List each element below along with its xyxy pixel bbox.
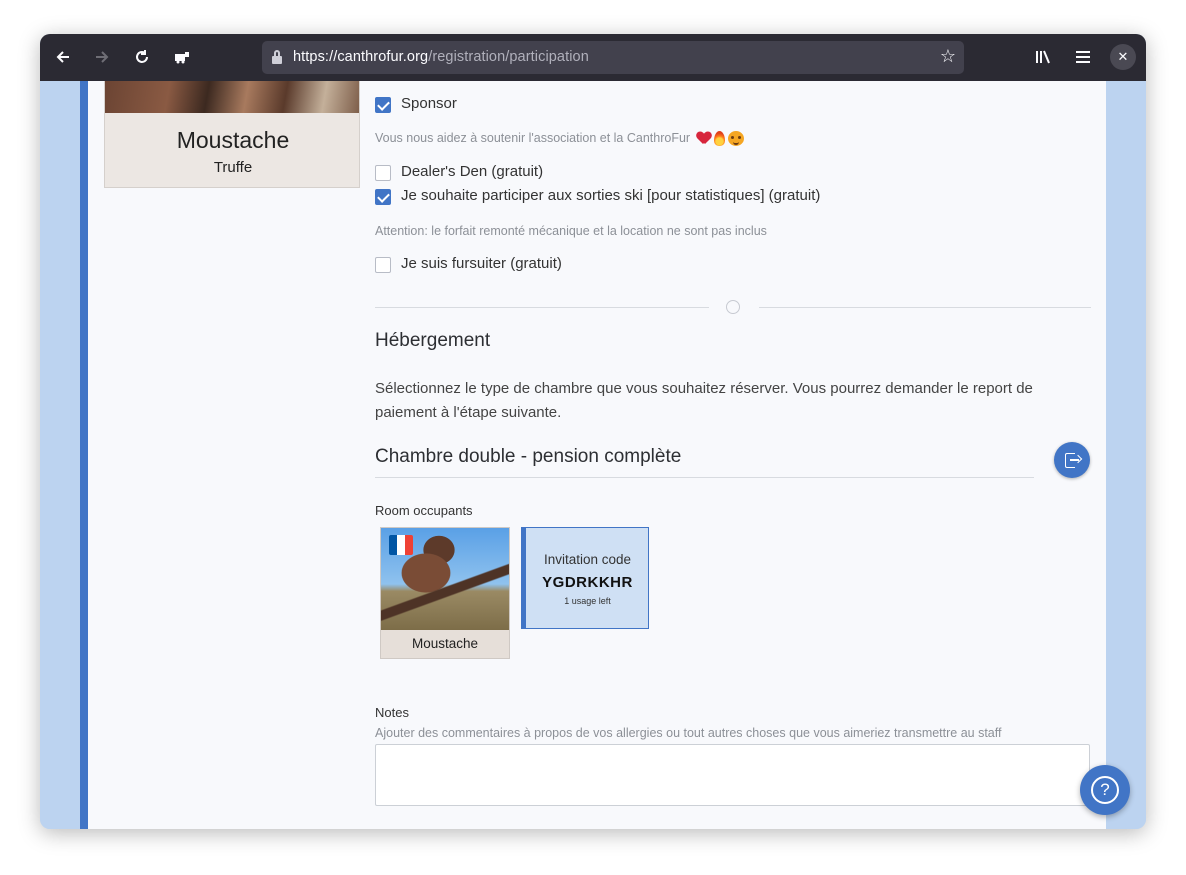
hamburger-menu-icon: [1076, 51, 1090, 63]
page-viewport: Moustache Truffe Sponsor Vous nous aidez…: [40, 81, 1146, 829]
reload-icon: [136, 50, 148, 63]
library-icon: [1036, 50, 1050, 64]
library-button[interactable]: [1028, 42, 1058, 72]
extension-button[interactable]: [167, 42, 197, 72]
lock-icon: [272, 50, 282, 64]
ski-label: Je souhaite participer aux sorties ski […: [401, 187, 821, 204]
question-mark-icon: ?: [1091, 776, 1119, 804]
smiling-cat-icon: [727, 131, 744, 147]
france-flag-icon: [389, 535, 413, 555]
invitation-usage: 1 usage left: [564, 596, 611, 606]
dealers-den-label: Dealer's Den (gratuit): [401, 163, 544, 180]
leave-room-button[interactable]: [1054, 442, 1090, 478]
profile-subtitle: Truffe: [213, 159, 253, 176]
reload-button[interactable]: [127, 42, 157, 72]
browser-window: https://canthrofur.org/registration/part…: [40, 34, 1146, 829]
occupant-card[interactable]: Moustache: [380, 527, 510, 659]
sponsor-hint: Vous nous aidez à soutenir l'association…: [375, 131, 744, 147]
fursuiter-checkbox[interactable]: [375, 257, 391, 273]
occupant-name: Moustache: [411, 636, 479, 651]
profile-name: Moustache: [176, 127, 290, 153]
sponsor-checkbox[interactable]: [375, 97, 391, 113]
registration-page: Moustache Truffe Sponsor Vous nous aidez…: [80, 81, 1106, 829]
puzzle-icon: [175, 52, 189, 64]
sponsor-hint-text: Vous nous aidez à soutenir l'association…: [375, 131, 691, 145]
fursuiter-label: Je suis fursuiter (gratuit): [401, 255, 562, 272]
url-bar[interactable]: https://canthrofur.org/registration/part…: [262, 41, 964, 74]
menu-button[interactable]: [1068, 42, 1098, 72]
forward-button[interactable]: [87, 42, 117, 72]
sponsor-label: Sponsor: [401, 95, 457, 112]
close-window-button[interactable]: ✕: [1110, 44, 1136, 70]
notes-textarea[interactable]: [375, 744, 1090, 806]
occupant-photo: [381, 528, 509, 630]
url-path: /registration/participation: [428, 49, 589, 65]
housing-description: Sélectionnez le type de chambre que vous…: [375, 380, 1033, 421]
invitation-code: YGDRKKHR: [542, 574, 633, 591]
fire-icon: [713, 131, 725, 147]
dealers-den-checkbox[interactable]: [375, 165, 391, 181]
url-host: https://canthrofur.org: [293, 49, 429, 65]
divider-circle-icon: [726, 300, 740, 314]
profile-card: Moustache Truffe: [104, 81, 360, 188]
heart-icon: [697, 132, 711, 145]
help-button[interactable]: ?: [1080, 765, 1130, 815]
invitation-card[interactable]: Invitation code YGDRKKHR 1 usage left: [521, 527, 649, 629]
notes-hint: Ajouter des commentaires à propos de vos…: [375, 726, 1002, 740]
browser-toolbar: https://canthrofur.org/registration/part…: [40, 34, 1146, 81]
notes-label: Notes: [375, 705, 409, 720]
ski-checkbox[interactable]: [375, 189, 391, 205]
back-button[interactable]: [48, 42, 78, 72]
invitation-title: Invitation code: [543, 552, 632, 567]
profile-photo: [105, 81, 359, 113]
room-type-title: Chambre double - pension complète: [375, 446, 682, 467]
room-title-underline: [375, 477, 1034, 478]
room-occupants-label: Room occupants: [375, 503, 473, 518]
arrow-right-icon: [96, 51, 109, 63]
url-text: https://canthrofur.org/registration/part…: [293, 49, 589, 65]
bookmark-star-icon[interactable]: ☆: [940, 46, 956, 67]
ski-hint: Attention: le forfait remonté mécanique …: [375, 224, 767, 238]
housing-title: Hébergement: [375, 330, 491, 351]
arrow-left-icon: [56, 51, 69, 63]
close-icon: ✕: [1117, 49, 1129, 64]
section-divider: [375, 300, 1091, 314]
